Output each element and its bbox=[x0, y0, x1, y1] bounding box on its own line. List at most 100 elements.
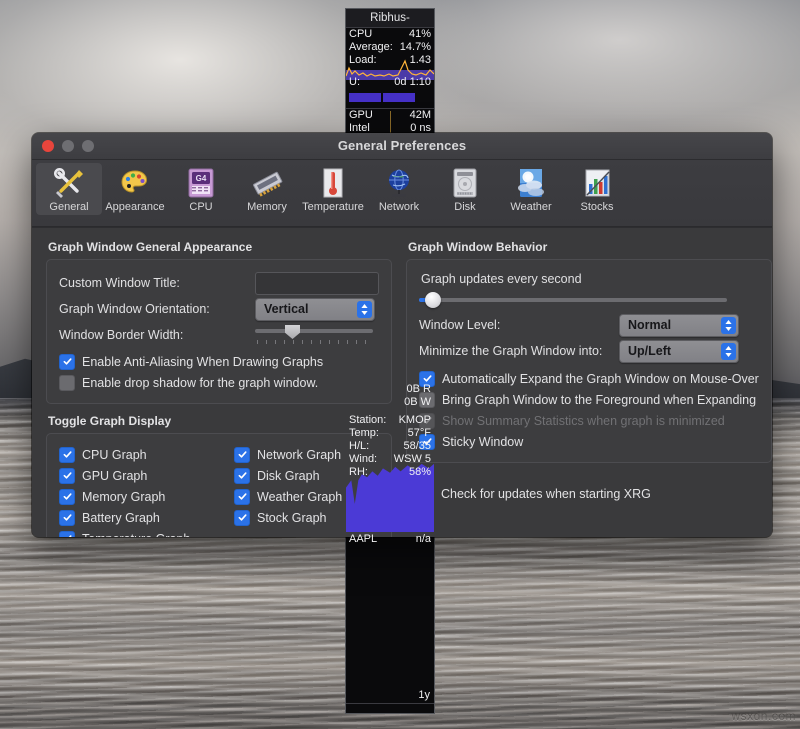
toolbar-item-weather[interactable]: Weather bbox=[498, 163, 564, 215]
minimize-into-label: Minimize the Graph Window into: bbox=[419, 344, 619, 358]
xrg-gpu-label-0: GPU bbox=[349, 109, 373, 122]
weather-graph-checkbox-row[interactable]: Weather Graph bbox=[234, 486, 342, 507]
xrg-cpu-label-1: Average: bbox=[349, 41, 393, 54]
xrg-stock-row: AAPL n/a bbox=[346, 533, 434, 546]
toggle-group-box: CPU Graph GPU Graph Memo bbox=[46, 433, 392, 537]
toolbar-item-general[interactable]: General bbox=[36, 163, 102, 215]
memory-graph-label: Memory Graph bbox=[82, 490, 165, 504]
summary-stats-checkbox-row: Show Summary Statistics when graph is mi… bbox=[419, 410, 759, 431]
window-level-popup-button[interactable]: Normal bbox=[619, 314, 739, 337]
xrg-weather-row-2: H/L: 58/35 bbox=[346, 440, 434, 453]
sticky-window-checkbox-row[interactable]: Sticky Window bbox=[419, 431, 759, 452]
disk-graph-label: Disk Graph bbox=[257, 469, 320, 483]
right-column: Graph Window Behavior Graph updates ever… bbox=[406, 240, 772, 537]
antialias-checkbox-row[interactable]: Enable Anti-Aliasing When Drawing Graphs bbox=[59, 351, 379, 372]
toggle-group-title: Toggle Graph Display bbox=[48, 414, 392, 428]
behavior-group-title: Graph Window Behavior bbox=[408, 240, 772, 254]
border-slider-thumb[interactable] bbox=[285, 325, 300, 339]
network-graph-checkbox-row[interactable]: Network Graph bbox=[234, 444, 342, 465]
minimize-into-value: Up/Left bbox=[620, 344, 671, 358]
xrg-gpu-row-0: GPU 42M bbox=[346, 109, 434, 122]
xrg-weather-value-4: 58% bbox=[409, 466, 431, 479]
weather-graph-checkbox[interactable] bbox=[234, 489, 250, 505]
bring-foreground-label: Bring Graph Window to the Foreground whe… bbox=[442, 393, 756, 407]
xrg-gpu-value-0: 42M bbox=[410, 109, 431, 122]
xrg-stocks-module[interactable]: AAPL n/a 1y bbox=[346, 533, 434, 704]
minimize-into-row: Minimize the Graph Window into: Up/Left bbox=[419, 338, 759, 364]
thermometer-icon bbox=[316, 166, 350, 200]
disk-graph-checkbox-row[interactable]: Disk Graph bbox=[234, 465, 342, 486]
toolbar-label-weather: Weather bbox=[510, 201, 551, 213]
appearance-group-box: Custom Window Title: Graph Window Orient… bbox=[46, 259, 392, 404]
stock-graph-checkbox[interactable] bbox=[234, 510, 250, 526]
temperature-graph-checkbox[interactable] bbox=[59, 531, 75, 538]
xrg-gpu-label-1: Intel bbox=[349, 122, 370, 135]
orientation-row: Graph Window Orientation: Vertical bbox=[59, 296, 379, 322]
toolbar-item-cpu[interactable]: G4 CPU bbox=[168, 163, 234, 215]
battery-graph-checkbox-row[interactable]: Battery Graph bbox=[59, 507, 234, 528]
disk-graph-checkbox[interactable] bbox=[234, 468, 250, 484]
behavior-group-box: Graph updates every second Window Level:… bbox=[406, 259, 772, 463]
xrg-network-value-0: 0B R bbox=[407, 383, 431, 396]
xrg-stock-range: 1y bbox=[418, 689, 430, 701]
zoom-button[interactable] bbox=[82, 140, 94, 152]
toolbar-label-cpu: CPU bbox=[189, 201, 212, 213]
dropshadow-label: Enable drop shadow for the graph window. bbox=[82, 376, 318, 390]
stock-graph-checkbox-row[interactable]: Stock Graph bbox=[234, 507, 342, 528]
xrg-cpu-module[interactable]: CPU 41% Average: 14.7% Load: 1.43 U: 0d … bbox=[346, 28, 434, 109]
toolbar-item-appearance[interactable]: Appearance bbox=[102, 163, 168, 215]
toolbar-label-appearance: Appearance bbox=[105, 201, 164, 213]
gpu-graph-checkbox-row[interactable]: GPU Graph bbox=[59, 465, 234, 486]
preferences-toolbar[interactable]: General Appearance G4 bbox=[32, 160, 772, 227]
cpu-graph-checkbox-row[interactable]: CPU Graph bbox=[59, 444, 234, 465]
memory-graph-checkbox[interactable] bbox=[59, 489, 75, 505]
xrg-weather-label-3: Wind: bbox=[349, 453, 377, 466]
toolbar-label-temperature: Temperature bbox=[302, 201, 364, 213]
gpu-graph-label: GPU Graph bbox=[82, 469, 147, 483]
orientation-label: Graph Window Orientation: bbox=[59, 302, 255, 316]
xrg-cpu-value-2: 1.43 bbox=[410, 54, 431, 67]
bring-foreground-checkbox-row[interactable]: Bring Graph Window to the Foreground whe… bbox=[419, 389, 759, 410]
xrg-weather-value-0: KMOP bbox=[399, 414, 431, 427]
window-level-row: Window Level: Normal bbox=[419, 312, 759, 338]
auto-expand-checkbox-row[interactable]: Automatically Expand the Graph Window on… bbox=[419, 368, 759, 389]
toolbar-item-stocks[interactable]: Stocks bbox=[564, 163, 630, 215]
border-width-label: Window Border Width: bbox=[59, 328, 255, 342]
temperature-graph-checkbox-row[interactable]: Temperature Graph bbox=[59, 528, 234, 537]
left-column: Graph Window General Appearance Custom W… bbox=[46, 240, 392, 537]
orientation-popup-button[interactable]: Vertical bbox=[255, 298, 375, 321]
dropshadow-checkbox[interactable] bbox=[59, 375, 75, 391]
network-graph-checkbox[interactable] bbox=[234, 447, 250, 463]
battery-graph-checkbox[interactable] bbox=[59, 510, 75, 526]
xrg-cpu-value-0: 41% bbox=[409, 28, 431, 41]
minimize-into-popup-button[interactable]: Up/Left bbox=[619, 340, 739, 363]
toolbar-label-network: Network bbox=[379, 201, 419, 213]
memory-graph-checkbox-row[interactable]: Memory Graph bbox=[59, 486, 234, 507]
update-interval-slider[interactable] bbox=[419, 292, 727, 308]
xrg-weather-module[interactable]: Station: KMOP Temp: 57°F H/L: 58/35 Wind… bbox=[346, 412, 434, 533]
toolbar-item-disk[interactable]: Disk bbox=[432, 163, 498, 215]
window-traffic-lights bbox=[42, 140, 94, 152]
dropshadow-checkbox-row[interactable]: Enable drop shadow for the graph window. bbox=[59, 372, 379, 393]
toolbar-item-temperature[interactable]: Temperature bbox=[300, 163, 366, 215]
window-border-width-slider[interactable] bbox=[255, 324, 373, 346]
check-updates-checkbox-row[interactable]: Check for updates when starting XRG bbox=[418, 483, 772, 504]
antialias-label: Enable Anti-Aliasing When Drawing Graphs bbox=[82, 355, 323, 369]
gpu-graph-checkbox[interactable] bbox=[59, 468, 75, 484]
tools-icon bbox=[52, 166, 86, 200]
minimize-button[interactable] bbox=[62, 140, 74, 152]
toggle-column-right: Network Graph Disk Graph bbox=[234, 444, 342, 537]
chevron-updown-icon bbox=[357, 301, 372, 318]
window-titlebar[interactable]: General Preferences bbox=[32, 133, 772, 160]
toolbar-item-network[interactable]: Network bbox=[366, 163, 432, 215]
update-slider-track bbox=[419, 298, 727, 302]
cpu-graph-checkbox[interactable] bbox=[59, 447, 75, 463]
custom-title-row: Custom Window Title: bbox=[59, 270, 379, 296]
close-button[interactable] bbox=[42, 140, 54, 152]
update-slider-thumb[interactable] bbox=[425, 292, 441, 308]
custom-window-title-input[interactable] bbox=[255, 272, 379, 295]
toolbar-item-memory[interactable]: Memory bbox=[234, 163, 300, 215]
xrg-network-value-1: 0B W bbox=[404, 396, 431, 409]
weather-graph-label: Weather Graph bbox=[257, 490, 342, 504]
antialias-checkbox[interactable] bbox=[59, 354, 75, 370]
